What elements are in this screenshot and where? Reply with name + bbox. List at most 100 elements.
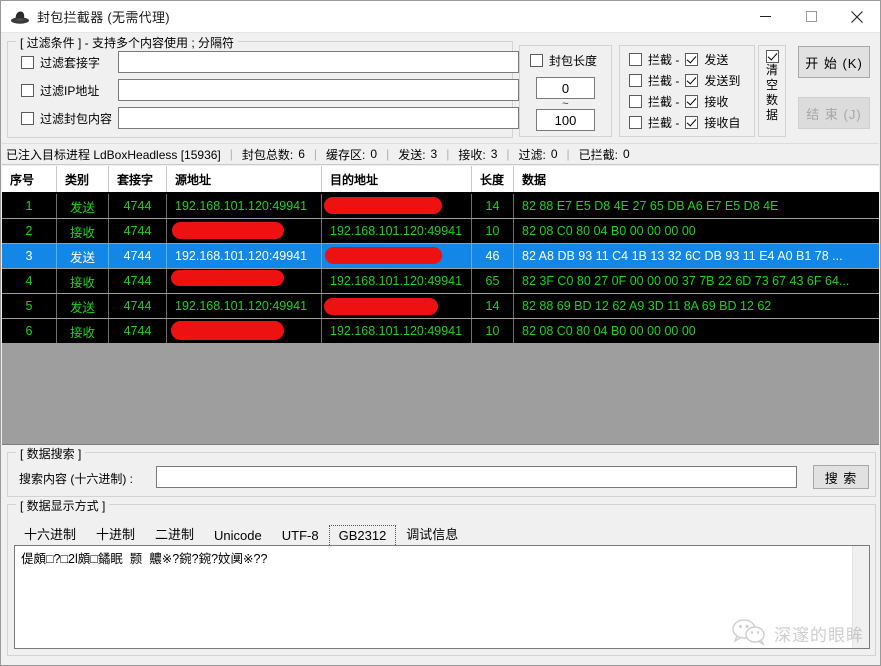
column-header-data[interactable]: 数据 [514, 166, 879, 192]
status-intercepted-label: 已拦截: [578, 147, 619, 162]
clear-data-checkbox-row[interactable]: 清 空 数 据 [758, 45, 786, 137]
packet-table[interactable]: 序号 类别 套接字 源地址 目的地址 长度 数据 1 发送 4744 192.1… [2, 166, 879, 438]
cell-seq: 1 [2, 194, 57, 218]
minimize-button[interactable] [742, 1, 788, 32]
cell-data: 82 A8 DB 93 11 C4 1B 13 32 6C DB 93 11 E… [522, 249, 843, 263]
data-display-view[interactable]: 偍頗□?□2l頗□鐍眠 颢 齈※?鋺?鋺?妏阒※?? [14, 545, 870, 649]
filter-ip-checkbox[interactable] [21, 84, 34, 97]
table-row[interactable]: 2 接收 4744 192.168.101.120:49941 10 82 08… [2, 219, 879, 244]
packet-length-max-input[interactable]: 100 [536, 109, 595, 131]
intercept-recv-enable-checkbox[interactable] [685, 95, 699, 108]
intercept-recvfrom-enable-checkbox[interactable] [685, 116, 699, 129]
filter-socket-label: 过滤套接字 [40, 56, 101, 70]
intercept-sendto-checkbox[interactable] [629, 74, 642, 87]
cell-src: 192.168.101.120:49941 [167, 244, 322, 268]
cell-type: 接收 [57, 319, 109, 343]
status-separator: | [313, 147, 318, 161]
search-button[interactable]: 搜 索 [813, 465, 869, 489]
clear-data-checkbox[interactable] [765, 50, 779, 63]
cell-socket: 4744 [109, 194, 167, 218]
cell-socket: 4744 [109, 269, 167, 293]
intercept-recv-row[interactable]: 拦截 - 接收 [629, 93, 728, 110]
redaction-mark [324, 298, 438, 315]
cell-socket: 4744 [109, 244, 167, 268]
cell-seq: 2 [2, 219, 57, 243]
cell-type: 发送 [57, 294, 109, 318]
redaction-mark [171, 270, 284, 286]
table-row[interactable]: 3 发送 4744 192.168.101.120:49941 46 82 A8… [2, 244, 879, 269]
tab-decimal[interactable]: 十进制 [86, 521, 145, 547]
app-window: 封包拦截器 (无需代理) [ 过滤条件 ] - 支持多个内容使用 ; 分隔符 过… [0, 0, 881, 666]
data-search-legend: [ 数据搜索 ] [16, 445, 86, 462]
filter-ip-checkbox-row[interactable]: 过滤IP地址 [21, 82, 99, 99]
status-separator: | [506, 147, 510, 161]
intercept-recv-label: 接收 [704, 95, 729, 109]
column-header-dst[interactable]: 目的地址 [322, 166, 472, 192]
packet-length-checkbox[interactable] [530, 54, 543, 67]
maximize-button[interactable] [788, 1, 834, 32]
column-header-seq[interactable]: 序号 [2, 166, 57, 192]
filter-socket-checkbox[interactable] [21, 56, 34, 69]
search-input[interactable] [156, 466, 797, 488]
column-header-src[interactable]: 源地址 [167, 166, 322, 192]
tab-debug-info[interactable]: 调试信息 [396, 521, 468, 547]
intercept-recvfrom-checkbox[interactable] [629, 116, 642, 129]
close-button[interactable] [834, 1, 880, 32]
filter-content-checkbox-row[interactable]: 过滤封包内容 [21, 110, 112, 127]
intercept-send-row[interactable]: 拦截 - 发送 [629, 51, 728, 68]
table-row[interactable]: 5 发送 4744 192.168.101.120:49941 14 82 88… [2, 294, 879, 319]
start-button[interactable]: 开 始 (K) [798, 46, 870, 78]
tab-unicode[interactable]: Unicode [204, 525, 272, 547]
data-display-text: 偍頗□?□2l頗□鐍眠 颢 齈※?鋺?鋺?妏阒※?? [21, 552, 268, 566]
tab-gb2312[interactable]: GB2312 [328, 525, 397, 547]
hat-icon [10, 7, 30, 27]
intercept-recvfrom-row[interactable]: 拦截 - 接收自 [629, 114, 740, 131]
intercept-send-enable-checkbox[interactable] [685, 53, 699, 66]
table-row[interactable]: 6 接收 4744 192.168.101.120:49941 10 82 08… [2, 319, 879, 344]
filter-content-input[interactable] [118, 107, 519, 129]
status-filtered-label: 过滤: [518, 147, 546, 162]
status-recv-value: 3 [490, 147, 498, 161]
column-header-len[interactable]: 长度 [472, 166, 514, 192]
packet-table-header: 序号 类别 套接字 源地址 目的地址 长度 数据 [2, 166, 879, 194]
filter-ip-input[interactable] [118, 79, 519, 101]
table-row[interactable]: 4 接收 4744 192.168.101.120:49941 65 82 3F… [2, 269, 879, 294]
search-input-label: 搜索内容 (十六进制) : [19, 472, 133, 486]
cell-dst: 192.168.101.120:49941 [322, 219, 472, 243]
data-display-scrollbar[interactable] [852, 546, 869, 648]
tab-utf8[interactable]: UTF-8 [272, 525, 329, 547]
packet-length-label: 封包长度 [549, 54, 598, 68]
table-row[interactable]: 1 发送 4744 192.168.101.120:49941 14 82 88… [2, 194, 879, 219]
cell-len: 14 [472, 194, 514, 218]
status-separator: | [386, 147, 390, 161]
splitter-handle[interactable] [2, 438, 879, 445]
cell-src [167, 319, 322, 343]
status-separator: | [566, 147, 570, 161]
cell-src [167, 219, 322, 243]
intercept-send-prefix: 拦截 - [648, 53, 680, 67]
cell-dst [322, 194, 472, 218]
cell-socket: 4744 [109, 219, 167, 243]
filter-content-checkbox[interactable] [21, 112, 34, 125]
filter-content-label: 过滤封包内容 [40, 112, 113, 126]
filter-socket-checkbox-row[interactable]: 过滤套接字 [21, 54, 100, 71]
column-header-type[interactable]: 类别 [57, 166, 109, 192]
intercept-sendto-enable-checkbox[interactable] [685, 74, 699, 87]
display-mode-tabs: 十六进制 十进制 二进制 Unicode UTF-8 GB2312 调试信息 [14, 521, 468, 547]
cell-data: 82 08 C0 80 04 B0 00 00 00 00 [522, 224, 696, 238]
cell-dst: 192.168.101.120:49941 [322, 319, 472, 343]
filter-socket-input[interactable] [118, 51, 519, 73]
cell-type: 发送 [57, 244, 109, 268]
tab-hex[interactable]: 十六进制 [14, 521, 86, 547]
column-header-socket[interactable]: 套接字 [109, 166, 167, 192]
title-bar: 封包拦截器 (无需代理) [1, 1, 880, 33]
intercept-recv-checkbox[interactable] [629, 95, 642, 108]
status-intercepted-value: 0 [623, 147, 630, 161]
tab-binary[interactable]: 二进制 [145, 521, 204, 547]
packet-length-checkbox-row[interactable]: 封包长度 [530, 52, 597, 69]
redaction-mark [171, 321, 284, 340]
intercept-send-checkbox[interactable] [629, 53, 642, 66]
packet-length-min-input[interactable]: 0 [536, 77, 595, 99]
stop-button[interactable]: 结 束 (J) [798, 97, 870, 129]
intercept-sendto-row[interactable]: 拦截 - 发送到 [629, 72, 740, 89]
